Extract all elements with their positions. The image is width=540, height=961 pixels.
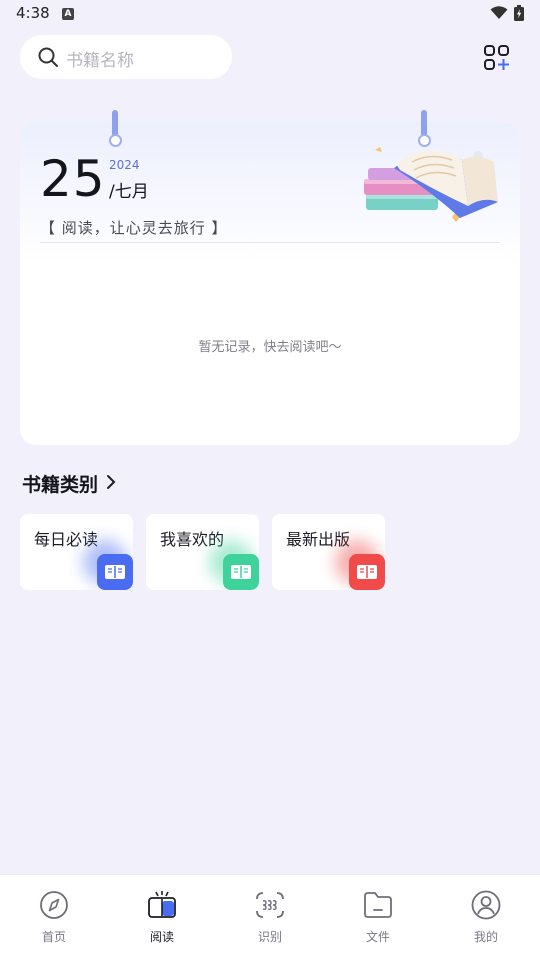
category-card-new-releases[interactable]: 最新出版: [272, 514, 385, 590]
book-tv-icon: [148, 891, 176, 918]
nav-item-files[interactable]: 文件: [324, 875, 432, 961]
category-card-daily[interactable]: 每日必读: [20, 514, 133, 590]
empty-record-text: 暂无记录，快去阅读吧～: [198, 340, 342, 355]
battery-charging-icon: [514, 5, 524, 21]
folder-icon: [364, 892, 392, 918]
nav-label: 首页: [41, 930, 66, 944]
search-icon: [38, 47, 58, 67]
bottom-nav: 首页 阅读 识别 文件 我的: [0, 874, 540, 961]
nav-label: 阅读: [149, 930, 174, 944]
calendar-day: 25: [40, 150, 106, 208]
reading-calendar-card: 25 2024 /七月 【 阅读，让心灵去旅行 】 暂无记录，快去阅读吧～: [20, 122, 520, 445]
calendar-year: 2024: [109, 158, 140, 172]
search-input[interactable]: 书籍名称: [20, 35, 232, 79]
status-icons: [490, 5, 524, 21]
wifi-icon: [490, 6, 508, 19]
nav-item-recognize[interactable]: 识别: [216, 875, 324, 961]
binder-ring-right: [418, 110, 431, 150]
open-book-icon: [223, 554, 259, 590]
grid-plus-icon[interactable]: [483, 44, 511, 72]
status-time: 4:38: [16, 4, 50, 22]
nav-item-profile[interactable]: 我的: [432, 875, 540, 961]
user-icon: [471, 890, 501, 920]
category-card-favorites[interactable]: 我喜欢的: [146, 514, 259, 590]
chevron-right-icon[interactable]: [105, 472, 117, 492]
status-bar: 4:38 A: [0, 0, 540, 28]
a-icon: A: [62, 8, 74, 20]
search-placeholder: 书籍名称: [66, 51, 134, 71]
calendar-slogan: 【 阅读，让心灵去旅行 】: [40, 219, 228, 237]
compass-icon: [40, 891, 68, 919]
open-book-icon: [349, 554, 385, 590]
nav-label: 识别: [257, 930, 282, 944]
divider: [40, 242, 500, 243]
nav-label: 文件: [365, 930, 390, 944]
binder-ring-left: [109, 110, 122, 150]
open-book-icon: [97, 554, 133, 590]
nav-label: 我的: [473, 930, 498, 944]
books-illustration: [364, 147, 498, 222]
scan-text-icon: [256, 892, 284, 918]
calendar-month: /七月: [109, 182, 149, 202]
nav-item-home[interactable]: 首页: [0, 875, 108, 961]
nav-item-read[interactable]: 阅读: [108, 875, 216, 961]
section-title-categories[interactable]: 书籍类别: [22, 470, 98, 497]
